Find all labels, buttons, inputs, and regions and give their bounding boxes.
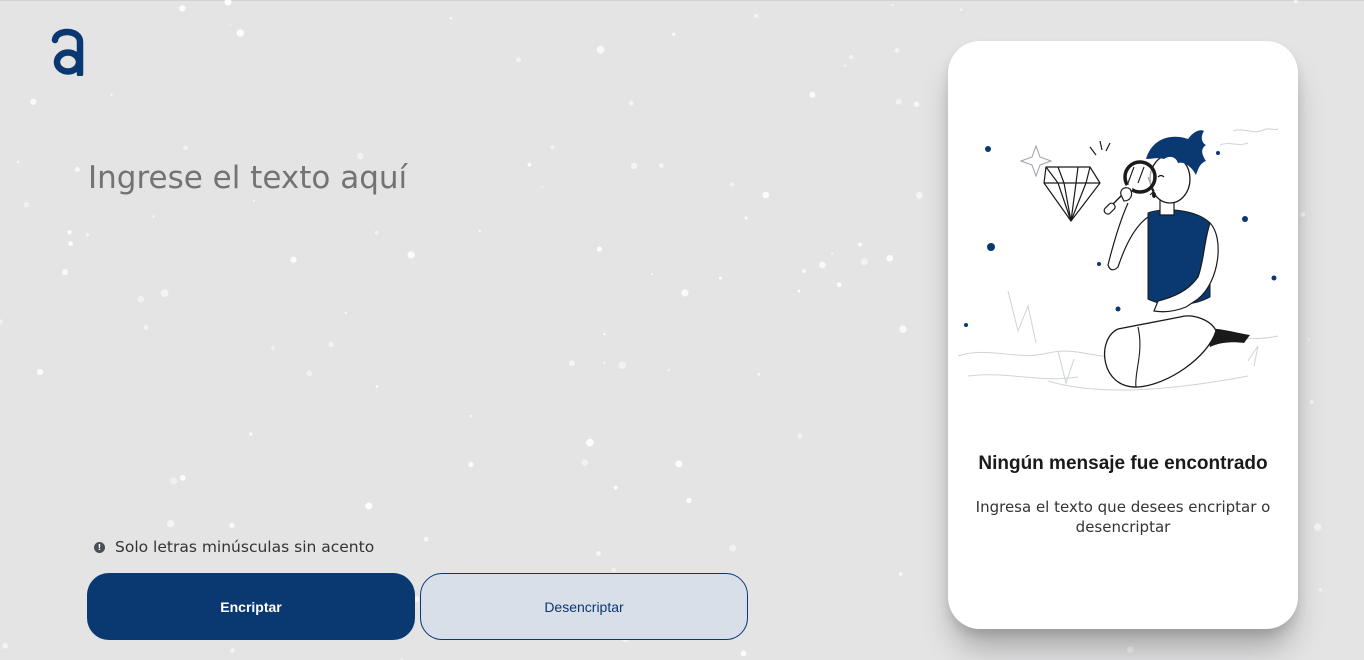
encrypt-button[interactable]: Encriptar [87,573,415,640]
alura-logo-icon[interactable] [50,26,86,76]
info-icon: ! [94,541,105,553]
output-card: Ningún mensaje fue encontrado Ingresa el… [948,41,1298,629]
empty-state-text: Ingresa el texto que desees encriptar o … [975,498,1271,536]
empty-state-title: Ningún mensaje fue encontrado [978,453,1268,474]
top-border [0,0,1364,1]
hint-text: Solo letras minúsculas sin acento [115,538,375,556]
input-hint: ! Solo letras minúsculas sin acento [94,537,374,557]
text-input[interactable] [88,160,848,500]
decrypt-button[interactable]: Desencriptar [420,573,748,640]
person-with-magnifying-glass-illustration [957,128,1279,391]
